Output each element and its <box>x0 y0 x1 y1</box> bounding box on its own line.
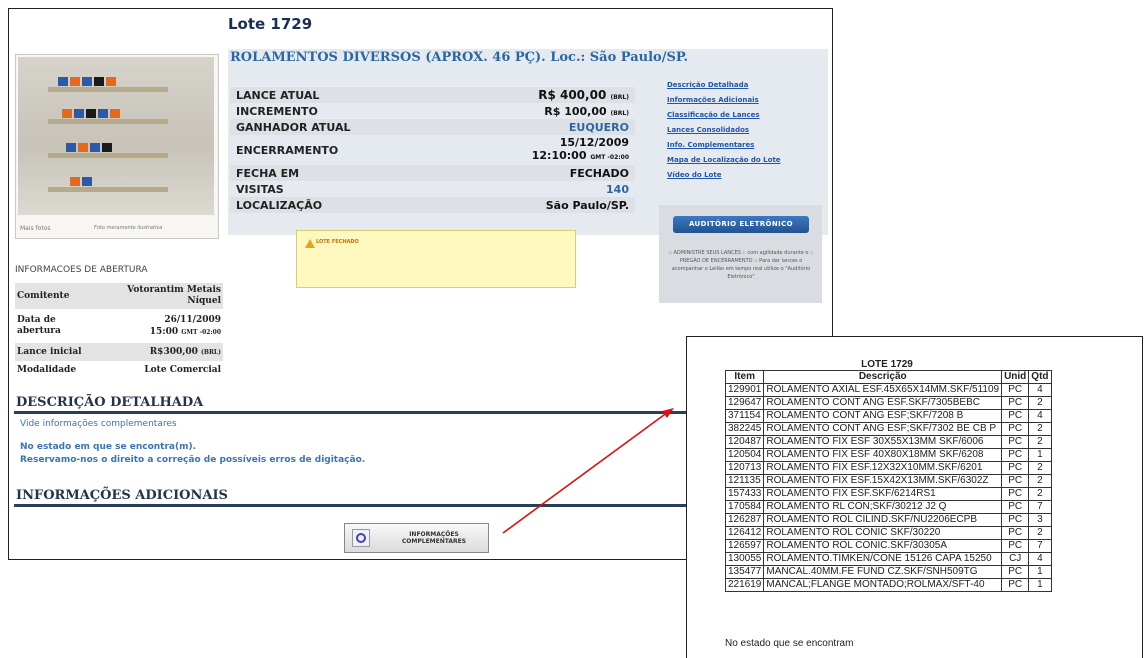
arrow-head-icon <box>662 408 674 418</box>
connector-arrow <box>502 408 674 534</box>
arrow-line <box>502 411 669 534</box>
